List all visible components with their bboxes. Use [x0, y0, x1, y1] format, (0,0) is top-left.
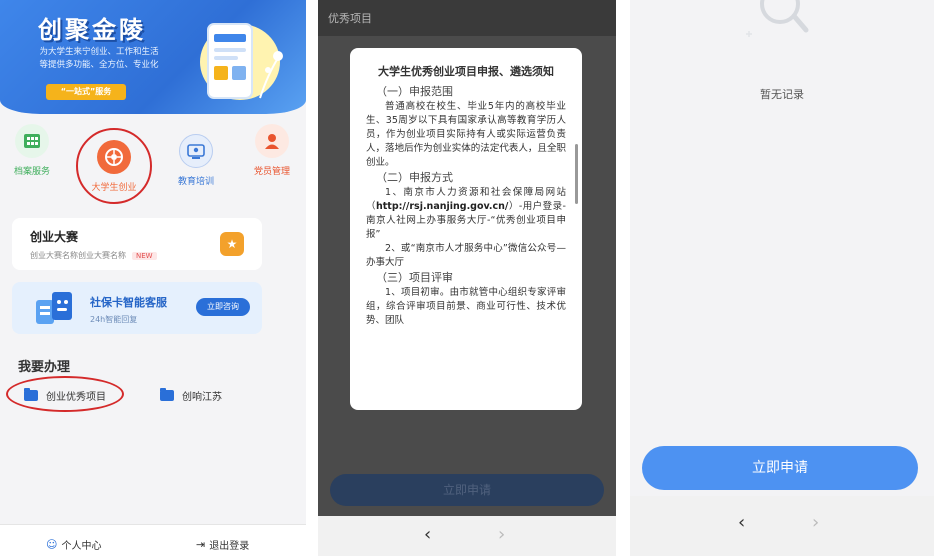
service-education[interactable]: 教育培训: [166, 134, 226, 204]
service-label: 档案服务: [13, 167, 50, 177]
nav-personal-center[interactable]: ☺ 个人中心: [46, 537, 101, 552]
banner-desc-line2: 等提供多功能、全方位、专业化: [39, 60, 159, 70]
paragraph: 1、项目初审。由市就管中心组织专家评审组，综合评审项目前景、商业可行性、技术优势…: [366, 287, 566, 326]
todo-item-label: 创响江苏: [182, 392, 222, 403]
nav-logout[interactable]: ⇥ 退出登录: [196, 537, 249, 552]
apply-now-button[interactable]: 立即申请: [642, 446, 918, 490]
one-stop-service-button[interactable]: “一站式”服务: [46, 84, 126, 100]
contest-card[interactable]: 创业大赛 创业大赛名称创业大赛名称 NEW ★: [12, 218, 262, 270]
forward-arrow-icon[interactable]: ›: [812, 512, 819, 533]
banner-desc-line1: 为大学生来宁创业、工作和生活: [39, 47, 159, 57]
education-icon: [179, 134, 213, 168]
empty-search-icon: [746, 0, 809, 37]
contest-subtitle-text: 创业大赛名称创业大赛名称: [30, 251, 126, 260]
todo-section-title: 我要办理: [18, 356, 70, 375]
new-badge: NEW: [132, 252, 157, 260]
hero-banner[interactable]: 创聚金陵 为大学生来宁创业、工作和生活 等提供多功能、全方位、专业化 “一站式”…: [0, 0, 306, 114]
service-archive[interactable]: 档案服务: [2, 124, 62, 194]
service-label: 教育培训: [177, 177, 214, 187]
apply-now-button-disabled[interactable]: 立即申请: [330, 474, 604, 506]
consult-now-button[interactable]: 立即咨询: [196, 298, 250, 316]
scrollbar[interactable]: [575, 144, 578, 204]
smart-service-card[interactable]: 社保卡智能客服 24h智能回复 立即咨询: [12, 282, 262, 334]
smart-service-subtitle: 24h智能回复: [90, 315, 138, 324]
section-heading: （三）项目评审: [376, 271, 453, 284]
notice-modal-screen: 优秀项目 大学生优秀创业项目申报、遴选须知 （一）申报范围 普通高校在校生、毕业…: [318, 0, 616, 556]
robot-service-icon: [36, 292, 72, 324]
home-screen: 创聚金陵 为大学生来宁创业、工作和生活 等提供多功能、全方位、专业化 “一站式”…: [0, 0, 306, 556]
empty-state-text: 暂无记录: [760, 88, 804, 101]
banner-title: 创聚金陵: [38, 16, 146, 44]
empty-records-screen: 暂无记录 立即申请 ‹ ›: [630, 0, 934, 556]
modal-title: 大学生优秀创业项目申报、遴选须知: [378, 65, 554, 78]
service-party-member[interactable]: 党员管理: [242, 124, 302, 194]
paragraph: 普通高校在校生、毕业5年内的高校毕业生、35周岁以下具有国家承认高等教育学历人员…: [366, 101, 566, 168]
back-arrow-icon[interactable]: ‹: [424, 524, 431, 545]
empty-area: [0, 428, 306, 524]
section-heading: （二）申报方式: [376, 171, 453, 184]
nav-label: 退出登录: [209, 541, 250, 552]
top-bar: 优秀项目: [318, 0, 616, 36]
trophy-icon: ★: [220, 232, 244, 256]
browser-nav-bar: ‹ ›: [318, 516, 616, 556]
phone-illustration-icon: [200, 23, 283, 100]
bottom-navigation: ☺ 个人中心 ⇥ 退出登录: [0, 524, 306, 556]
page-title: 优秀项目: [328, 12, 372, 25]
contest-title: 创业大赛: [30, 230, 79, 244]
smart-service-title: 社保卡智能客服: [90, 296, 167, 309]
archive-icon: [15, 124, 49, 158]
notice-modal[interactable]: 大学生优秀创业项目申报、遴选须知 （一）申报范围 普通高校在校生、毕业5年内的高…: [350, 48, 582, 410]
back-arrow-icon[interactable]: ‹: [738, 512, 745, 533]
section-heading: （一）申报范围: [376, 85, 453, 98]
highlight-circle: [6, 376, 124, 412]
contest-subtitle: 创业大赛名称创业大赛名称 NEW: [30, 250, 157, 261]
website-link[interactable]: http://rsj.nanjing.gov.cn/: [376, 201, 508, 212]
folder-icon: [160, 388, 174, 401]
highlight-circle: [76, 128, 152, 204]
party-member-icon: [255, 124, 289, 158]
logout-icon: ⇥: [196, 538, 206, 551]
forward-arrow-icon[interactable]: ›: [498, 524, 505, 545]
service-label: 党员管理: [253, 167, 290, 177]
browser-nav-bar: ‹ ›: [630, 496, 934, 556]
todo-item-chuangxiang-jiangsu[interactable]: 创响江苏: [160, 388, 222, 403]
paragraph: 1、南京市人力资源和社会保障局网站（http://rsj.nanjing.gov…: [366, 186, 566, 242]
paragraph: 2、或“南京市人才服务中心”微信公众号—办事大厅: [366, 243, 566, 268]
banner-description: 为大学生来宁创业、工作和生活 等提供多功能、全方位、专业化: [24, 46, 174, 72]
user-icon: ☺: [46, 538, 58, 551]
nav-label: 个人中心: [61, 541, 102, 552]
